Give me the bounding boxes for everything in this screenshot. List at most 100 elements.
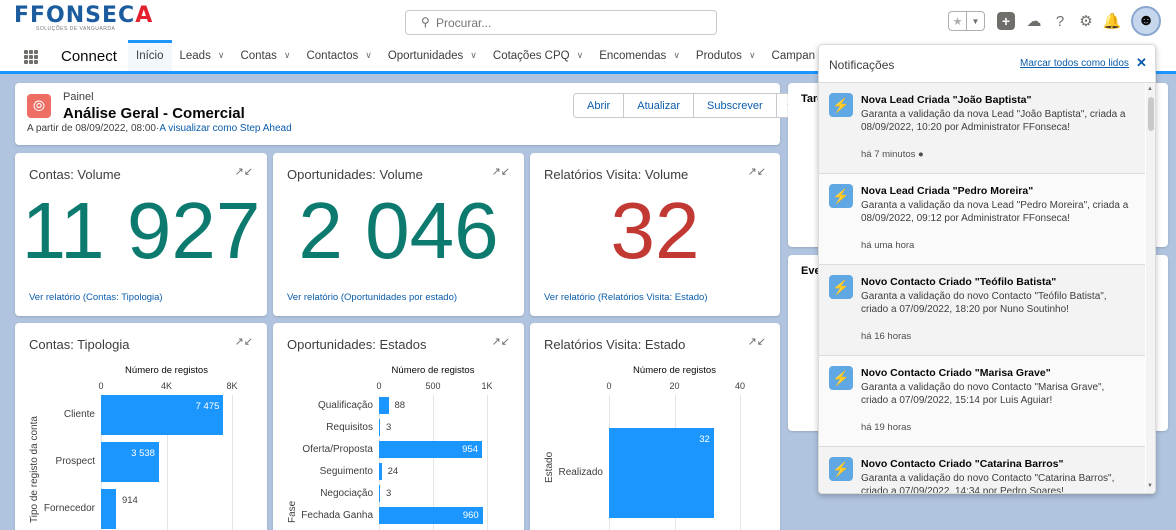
chart-tick-label: 500 — [425, 381, 441, 391]
nav-tab-2[interactable]: Contas ∨ — [232, 40, 298, 71]
nav-tab-label: Contas — [240, 49, 277, 62]
chevron-down-icon[interactable]: ∨ — [470, 50, 477, 61]
expand-icon[interactable]: ↗↙ — [235, 335, 253, 348]
chart-tick-label: 4K — [160, 381, 172, 391]
notification-title: Nova Lead Criada "João Baptista" — [861, 94, 1032, 106]
nav-tab-8[interactable]: Campan — [764, 40, 823, 71]
favorites-group: ★ ▼ — [948, 11, 985, 31]
report-link[interactable]: Ver relatório (Relatórios Visita: Estado… — [544, 292, 708, 303]
chart-data-label: 24 — [387, 465, 399, 477]
expand-icon[interactable]: ↗↙ — [748, 165, 766, 178]
chevron-down-icon[interactable]: ∨ — [577, 50, 584, 61]
header-icons: ★ ▼ + ☁ ? ⚙ 🔔 ☻ — [948, 6, 1161, 36]
chart-bar[interactable] — [379, 463, 382, 480]
metric-value: 2 046 — [298, 186, 499, 275]
notification-item[interactable]: ⚡ Novo Contacto Criado "Catarina Barros" G… — [819, 447, 1145, 494]
star-icon[interactable]: ★ — [949, 12, 966, 30]
chart-bar[interactable] — [379, 485, 380, 502]
chart-gridline — [232, 395, 233, 530]
metric-value: 11 927 — [21, 186, 261, 275]
expand-icon[interactable]: ↗↙ — [492, 335, 510, 348]
close-icon[interactable]: ✕ — [1136, 55, 1147, 71]
chart-category-label: Negociação — [320, 487, 373, 499]
chart-x-axis-title: Número de registos — [391, 365, 475, 376]
cloud-icon[interactable]: ☁ — [1023, 10, 1045, 32]
chart-data-label: 3 — [386, 487, 392, 499]
scrollbar-thumb[interactable] — [1148, 97, 1154, 131]
chart-bar[interactable] — [101, 489, 116, 529]
chevron-down-icon[interactable]: ∨ — [365, 50, 372, 61]
chart-y-axis-title: Estado — [544, 451, 555, 483]
global-header: FFONSECA SOLUÇÕES DE VANGUARDA ⚲ ★ ▼ + ☁… — [0, 0, 1176, 40]
notification-time: há 19 horas — [861, 422, 912, 433]
chart-tick-label: 20 — [669, 381, 680, 391]
chart-title: Oportunidades: Estados — [287, 337, 427, 352]
help-icon[interactable]: ? — [1049, 10, 1071, 32]
chart-tick-label: 8K — [226, 381, 238, 391]
dashboard-actions: Abrir Atualizar Subscrever ▼ — [573, 93, 805, 118]
notifications-scrollbar[interactable]: ▲ ▼ — [1146, 83, 1155, 493]
expand-icon[interactable]: ↗↙ — [492, 165, 510, 178]
mark-all-read-link[interactable]: Marcar todos como lidos — [1020, 58, 1129, 69]
chart-category-label: Realizado — [558, 467, 603, 478]
bell-icon[interactable]: 🔔 — [1101, 10, 1123, 32]
chevron-down-icon[interactable]: ∨ — [218, 50, 225, 61]
notification-item[interactable]: ⚡ Novo Contacto Criado "Teófilo Batista" G… — [819, 265, 1145, 356]
nav-tab-6[interactable]: Encomendas ∨ — [591, 40, 688, 71]
company-logo[interactable]: FFONSECA SOLUÇÕES DE VANGUARDA — [14, 5, 153, 33]
card-title: Relatórios Visita: Volume — [544, 167, 689, 182]
notification-item[interactable]: ⚡ Nova Lead Criada "João Baptista" Garanta… — [819, 83, 1145, 174]
notification-item[interactable]: ⚡ Nova Lead Criada "Pedro Moreira" Garanta… — [819, 174, 1145, 265]
expand-icon[interactable]: ↗↙ — [235, 165, 253, 178]
report-link[interactable]: Ver relatório (Oportunidades por estado) — [287, 292, 457, 303]
nav-tab-label: Leads — [179, 49, 211, 62]
nav-tab-3[interactable]: Contactos ∨ — [298, 40, 379, 71]
scroll-down-icon[interactable]: ▼ — [1147, 483, 1153, 489]
chart-category-label: Requisitos — [326, 421, 373, 433]
view-as-link[interactable]: A visualizar como Step Ahead — [159, 123, 291, 134]
expand-icon[interactable]: ↗↙ — [748, 335, 766, 348]
chart-tick-label: 1K — [481, 381, 493, 391]
nav-tab-1[interactable]: Leads ∨ — [172, 40, 233, 71]
chevron-down-icon[interactable]: ∨ — [284, 50, 291, 61]
app-launcher-icon[interactable] — [24, 50, 38, 64]
nav-tab-5[interactable]: Cotações CPQ ∨ — [485, 40, 591, 71]
notification-body: Garanta a validação da nova Lead "João B… — [861, 109, 1126, 133]
metric-card-relatorios: Relatórios Visita: Volume ↗↙ 32 Ver rela… — [530, 153, 780, 316]
nav-tab-0[interactable]: Início — [128, 40, 172, 71]
search-input[interactable] — [436, 13, 706, 32]
chart-data-label: 88 — [394, 399, 406, 411]
nav-tab-label: Encomendas — [599, 49, 667, 62]
nav-tab-4[interactable]: Oportunidades ∨ — [380, 40, 485, 71]
avatar-icon[interactable]: ☻ — [1131, 6, 1161, 36]
notification-title: Novo Contacto Criado "Catarina Barros" — [861, 458, 1064, 470]
chart-card-contas-tipologia: Contas: Tipologia ↗↙ Número de registos 0… — [15, 323, 267, 530]
nav-tab-label: Campan — [771, 49, 815, 62]
chevron-down-icon[interactable]: ∨ — [673, 50, 680, 61]
refresh-button[interactable]: Atualizar — [624, 94, 695, 117]
nav-tab-7[interactable]: Produtos ∨ — [688, 40, 764, 71]
report-link[interactable]: Ver relatório (Contas: Tipologia) — [29, 292, 163, 303]
gear-icon[interactable]: ⚙ — [1075, 10, 1097, 32]
chart-gridline — [740, 395, 741, 530]
chart-title: Relatórios Visita: Estado — [544, 337, 686, 352]
notification-title: Novo Contacto Criado "Teófilo Batista" — [861, 276, 1057, 288]
scroll-up-icon[interactable]: ▲ — [1147, 86, 1153, 92]
notification-body: Garanta a validação do novo Contacto "Ca… — [861, 473, 1115, 494]
chart-x-axis-title: Número de registos — [633, 365, 716, 376]
notification-item[interactable]: ⚡ Novo Contacto Criado "Marisa Grave" Gara… — [819, 356, 1145, 447]
chevron-down-icon[interactable]: ∨ — [749, 50, 756, 61]
chart-gridline — [487, 395, 488, 530]
notification-body: Garanta a validação do novo Contacto "Te… — [861, 291, 1107, 315]
chart-category-label: Seguimento — [319, 465, 373, 477]
chart-data-label: 32 — [699, 434, 710, 445]
chevron-down-icon[interactable]: ▼ — [966, 12, 984, 30]
subscribe-button[interactable]: Subscrever — [694, 94, 777, 117]
card-title: Contas: Volume — [29, 167, 121, 182]
chart-bar[interactable] — [379, 419, 380, 436]
open-button[interactable]: Abrir — [574, 94, 625, 117]
chart-bar[interactable] — [379, 397, 389, 414]
plus-icon[interactable]: + — [997, 12, 1015, 30]
global-search[interactable]: ⚲ — [405, 10, 717, 35]
notifications-header: Notificações Marcar todos como lidos ✕ — [819, 45, 1155, 83]
